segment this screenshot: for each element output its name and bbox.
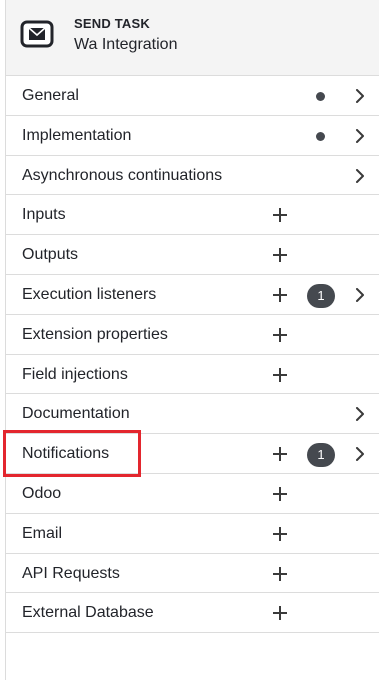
add-icon[interactable] xyxy=(272,486,288,502)
group-asynchronous-continuations[interactable]: Asynchronous continuations xyxy=(6,156,379,196)
group-label: Odoo xyxy=(22,484,62,502)
chevron-right-icon[interactable] xyxy=(354,89,366,103)
element-type-label: SEND TASK xyxy=(74,16,150,31)
group-label: Field injections xyxy=(22,365,128,383)
chevron-right-icon[interactable] xyxy=(354,287,366,302)
add-icon[interactable] xyxy=(272,327,288,343)
panel-header: SEND TASK Wa Integration xyxy=(6,0,379,76)
group-external-database[interactable]: External Database xyxy=(6,593,379,634)
chevron-right-icon[interactable] xyxy=(354,128,366,143)
add-icon[interactable] xyxy=(272,605,288,621)
add-icon[interactable] xyxy=(272,446,288,462)
group-field-injections[interactable]: Field injections xyxy=(6,355,379,395)
group-label: Execution listeners xyxy=(22,285,157,303)
add-icon[interactable] xyxy=(272,247,288,263)
chevron-right-icon[interactable] xyxy=(354,447,366,462)
group-implementation[interactable]: Implementation xyxy=(6,116,379,156)
element-name: Wa Integration xyxy=(74,36,178,53)
group-extension-properties[interactable]: Extension properties xyxy=(6,315,379,355)
add-icon[interactable] xyxy=(272,566,288,582)
group-api-requests[interactable]: API Requests xyxy=(6,554,379,594)
add-icon[interactable] xyxy=(272,207,288,223)
group-label: General xyxy=(22,87,79,104)
group-label: Documentation xyxy=(22,405,130,423)
group-notifications[interactable]: Notifications 1 xyxy=(6,434,379,474)
group-execution-listeners[interactable]: Execution listeners 1 xyxy=(6,275,379,315)
group-list: General Implementation Asynchronous contin… xyxy=(6,76,379,634)
group-label: Extension properties xyxy=(22,325,168,343)
group-inputs[interactable]: Inputs xyxy=(6,195,379,236)
count-badge: 1 xyxy=(307,283,335,308)
group-odoo[interactable]: Odoo xyxy=(6,474,379,514)
group-label: Implementation xyxy=(22,126,132,144)
chevron-right-icon[interactable] xyxy=(354,407,366,422)
group-general[interactable]: General xyxy=(6,76,379,116)
group-label: Inputs xyxy=(22,206,66,224)
properties-panel: SEND TASK Wa Integration General Implemen… xyxy=(5,0,379,680)
chevron-right-icon[interactable] xyxy=(354,168,366,183)
group-label: Asynchronous continuations xyxy=(22,166,223,184)
data-marker-dot xyxy=(316,131,325,141)
add-icon[interactable] xyxy=(272,526,288,542)
group-label: API Requests xyxy=(22,564,120,582)
envelope-icon xyxy=(20,20,56,50)
group-label: External Database xyxy=(22,604,154,622)
group-email[interactable]: Email xyxy=(6,514,379,554)
group-label: Email xyxy=(22,524,63,542)
group-documentation[interactable]: Documentation xyxy=(6,394,379,435)
add-icon[interactable] xyxy=(272,367,288,383)
group-outputs[interactable]: Outputs xyxy=(6,235,379,275)
add-icon[interactable] xyxy=(272,287,288,303)
count-badge: 1 xyxy=(307,443,335,468)
data-marker-dot xyxy=(316,92,325,101)
group-label: Notifications xyxy=(22,445,110,463)
group-label: Outputs xyxy=(22,246,79,264)
